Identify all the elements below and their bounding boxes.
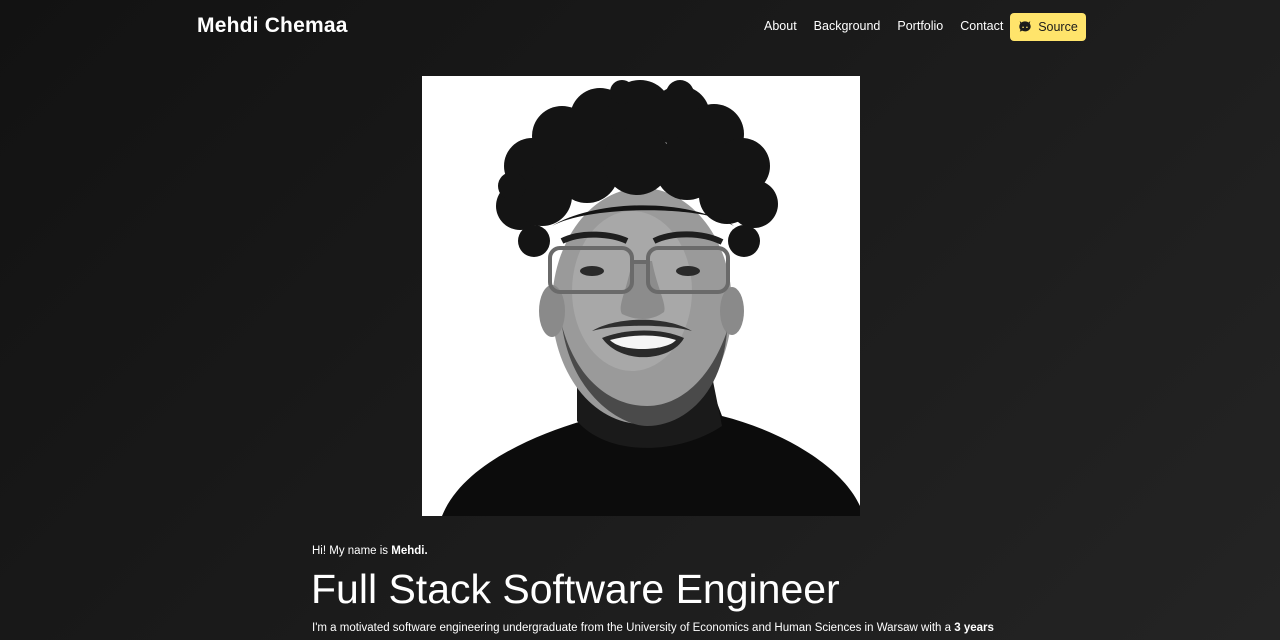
- source-button[interactable]: Source: [1010, 13, 1086, 41]
- source-button-label: Source: [1038, 20, 1078, 34]
- profile-photo: [422, 76, 860, 516]
- nav-link-about[interactable]: About: [764, 19, 797, 33]
- bio-text: I'm a motivated software engineering und…: [312, 622, 994, 634]
- nav-link-contact[interactable]: Contact: [960, 19, 1003, 33]
- portrait-illustration: [422, 76, 860, 516]
- intro-name: Mehdi.: [391, 545, 428, 557]
- github-icon: [1019, 21, 1031, 32]
- intro-prefix: Hi! My name is: [312, 545, 392, 557]
- navbar: Mehdi Chemaa About Background Portfolio …: [0, 0, 1280, 56]
- nav-links: About Background Portfolio Contact: [764, 19, 1020, 33]
- page-title: Full Stack Software Engineer: [311, 566, 840, 612]
- intro-text: Hi! My name is Mehdi.: [312, 545, 428, 557]
- bio-body: I'm a motivated software engineering und…: [312, 622, 955, 634]
- nav-link-background[interactable]: Background: [814, 19, 881, 33]
- bio-emphasis: 3 years: [954, 622, 994, 634]
- nav-link-portfolio[interactable]: Portfolio: [897, 19, 943, 33]
- brand-logo[interactable]: Mehdi Chemaa: [197, 14, 348, 38]
